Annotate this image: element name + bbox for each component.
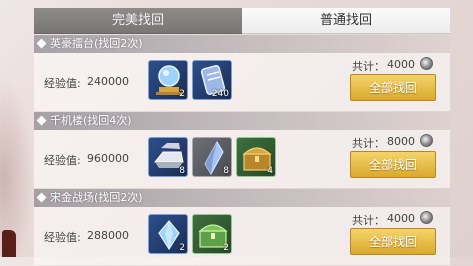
diamond-bullet-icon [36, 115, 47, 126]
section-body: 经验值: 960000 8 8 4 共计： 8000 全部找回 [34, 130, 450, 188]
exp-label: 经验值: [44, 154, 81, 167]
total-label: 共计： [352, 137, 385, 150]
reward-count: 2 [179, 243, 185, 253]
silver-coin-icon [420, 134, 433, 147]
activity-name: 宋金战场 [50, 191, 94, 204]
recovery-times: (找回4次) [83, 114, 132, 127]
reward-count: 2 [223, 243, 229, 253]
recovery-times: (找回2次) [94, 37, 143, 50]
reward-slot[interactable]: 4 [236, 137, 276, 177]
section-title: 宋金战场(找回2次) [50, 190, 143, 206]
total-value: 8000 [387, 135, 415, 148]
total-value: 4000 [387, 58, 415, 71]
reward-slot[interactable]: 2 [192, 214, 232, 254]
activity-section: 千机楼(找回4次) 经验值: 960000 8 8 4 共计： 8000 全部找… [34, 112, 450, 188]
activity-section: 宋金战场(找回2次) 经验值: 288000 2 2 共计： 4000 全部找回 [34, 189, 450, 265]
reward-slot[interactable]: 2 [148, 214, 188, 254]
section-title: 千机楼(找回4次) [50, 113, 132, 129]
activity-name: 千机楼 [50, 114, 83, 127]
section-body: 经验值: 288000 2 2 共计： 4000 全部找回 [34, 207, 450, 265]
silver-coin-icon [420, 57, 433, 70]
background-brush-stroke [2, 230, 16, 257]
tab-perfect-recovery[interactable]: 完美找回 [34, 8, 242, 34]
section-title: 英豪擂台(找回2次) [50, 36, 143, 52]
reward-count: 8 [179, 166, 185, 176]
recovery-times: (找回2次) [94, 191, 143, 204]
reward-count: 240 [211, 89, 229, 99]
reward-slot[interactable]: 8 [148, 137, 188, 177]
section-body: 经验值: 240000 2 240 共计： 4000 全部找回 [34, 53, 450, 111]
reward-slot[interactable]: 8 [192, 137, 232, 177]
diamond-bullet-icon [36, 38, 47, 49]
tab-bar: 完美找回 普通找回 [34, 8, 450, 34]
reward-slot[interactable]: 240 [192, 60, 232, 100]
total-value: 4000 [387, 212, 415, 225]
recover-all-button[interactable]: 全部找回 [350, 228, 436, 255]
recovery-list: 英豪擂台(找回2次) 经验值: 240000 2 240 共计： 4000 全部… [34, 35, 450, 266]
diamond-bullet-icon [36, 192, 47, 203]
reward-count: 8 [223, 166, 229, 176]
exp-value: 960000 [87, 152, 129, 165]
reward-count: 4 [267, 166, 273, 176]
total-label: 共计： [352, 214, 385, 227]
recover-all-button[interactable]: 全部找回 [350, 74, 436, 101]
recover-all-button[interactable]: 全部找回 [350, 151, 436, 178]
exp-label: 经验值: [44, 231, 81, 244]
exp-label: 经验值: [44, 77, 81, 90]
section-header: 宋金战场(找回2次) [34, 189, 450, 207]
section-header: 千机楼(找回4次) [34, 112, 450, 130]
activity-name: 英豪擂台 [50, 37, 94, 50]
exp-value: 240000 [87, 75, 129, 88]
exp-value: 288000 [87, 229, 129, 242]
silver-coin-icon [420, 211, 433, 224]
reward-count: 2 [179, 89, 185, 99]
total-label: 共计： [352, 60, 385, 73]
reward-slot[interactable]: 2 [148, 60, 188, 100]
activity-section: 英豪擂台(找回2次) 经验值: 240000 2 240 共计： 4000 全部… [34, 35, 450, 111]
section-header: 英豪擂台(找回2次) [34, 35, 450, 53]
tab-normal-recovery[interactable]: 普通找回 [242, 8, 450, 34]
